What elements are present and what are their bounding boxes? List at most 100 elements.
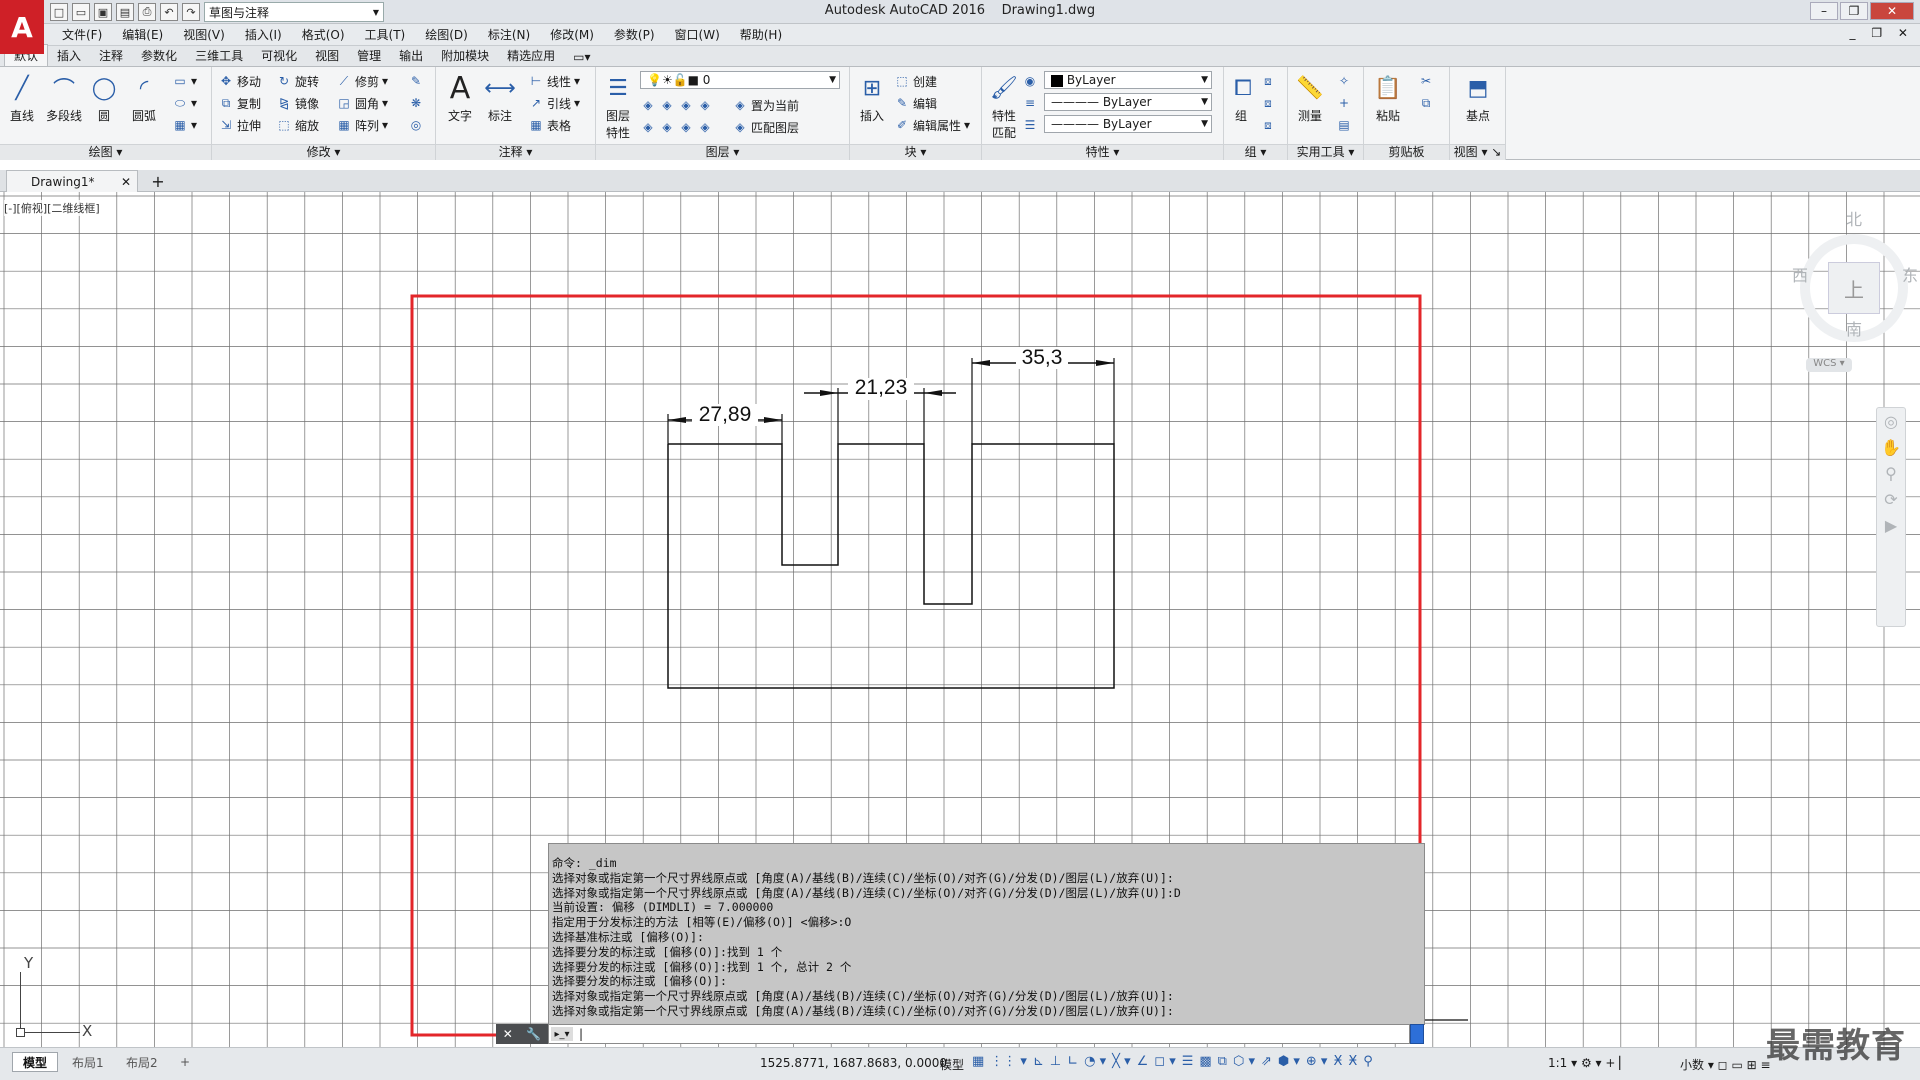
erase-button[interactable]: ✎ (408, 71, 424, 91)
copy-button[interactable]: ⧉ 复制 (218, 93, 261, 113)
mirror-button[interactable]: ⧎ 镜像 (276, 93, 319, 113)
minimize-button[interactable]: – (1810, 2, 1838, 20)
menu-modify[interactable]: 修改(M) (540, 26, 604, 43)
layout-tab-layout1[interactable]: 布局1 (62, 1052, 114, 1072)
command-scrollbar[interactable] (1410, 1024, 1424, 1044)
menu-view[interactable]: 视图(V) (173, 26, 235, 43)
group-select-button[interactable]: ⧈ (1260, 115, 1276, 135)
stretch-button[interactable]: ⇲ 拉伸 (218, 115, 261, 135)
compass-west[interactable]: 西 (1792, 262, 1808, 286)
selection-cycling-icon[interactable]: ⧉ (1218, 1054, 1227, 1069)
base-view-button[interactable]: ⬒ 基点 (1458, 71, 1498, 124)
paste-button[interactable]: 📋 粘贴 (1368, 71, 1408, 124)
menu-parametric[interactable]: 参数(P) (604, 26, 665, 43)
tab-visualize[interactable]: 可视化 (252, 45, 306, 66)
isodraft-icon[interactable]: ╳ ▾ (1112, 1054, 1130, 1069)
panel-annotation-title[interactable]: 注释 ▾ (436, 144, 595, 160)
close-button[interactable]: ✕ (1870, 2, 1914, 20)
menu-draw[interactable]: 绘图(D) (415, 26, 478, 43)
create-block-button[interactable]: ⬚ 创建 (894, 71, 937, 91)
menu-tools[interactable]: 工具(T) (355, 26, 416, 43)
gizmo-icon[interactable]: ⊕ ▾ (1306, 1054, 1328, 1069)
snap-icon[interactable]: ⋮⋮ ▾ (990, 1054, 1027, 1069)
point-button[interactable]: + (1336, 93, 1352, 113)
annotation-scale[interactable]: 1:1 ▾ ⚙ ▾ + ▏ (1548, 1056, 1628, 1070)
panel-view-title[interactable]: 视图 ▾ ↘ (1450, 144, 1505, 160)
lineweight-icon[interactable]: ☰ (1182, 1054, 1194, 1069)
layer-tools-row2[interactable]: ◈ ◈ ◈ ◈ (640, 117, 713, 137)
fillet-button[interactable]: ◲ 圆角 ▾ (336, 93, 388, 113)
panel-block-title[interactable]: 块 ▾ (850, 144, 981, 160)
line-button[interactable]: ╱ 直线 (2, 71, 42, 124)
viewport-controls-label[interactable]: [-][俯视][二维线框] (4, 200, 100, 216)
tab-annotate[interactable]: 注释 (90, 45, 132, 66)
zoom-icon[interactable]: ⚲ (1877, 460, 1905, 486)
coordinates-readout[interactable]: 1525.8771, 1687.8683, 0.0000 (760, 1056, 947, 1070)
app-logo-button[interactable]: A (0, 0, 44, 54)
ungroup-button[interactable]: ⧈ (1260, 71, 1276, 91)
tab-view[interactable]: 视图 (306, 45, 348, 66)
explode-button[interactable]: ❋ (408, 93, 424, 113)
3d-osnap-icon[interactable]: ⬡ ▾ (1233, 1054, 1255, 1069)
panel-properties-title[interactable]: 特性 ▾ (982, 144, 1223, 160)
close-icon[interactable]: ✕ (503, 1027, 513, 1041)
recent-commands-icon[interactable]: ▸_▾ (551, 1027, 573, 1041)
orbit-icon[interactable]: ⟳ (1877, 486, 1905, 512)
edit-block-button[interactable]: ✎ 编辑 (894, 93, 937, 113)
menu-format[interactable]: 格式(O) (292, 26, 355, 43)
compass-south[interactable]: 南 (1846, 316, 1862, 340)
polar-icon[interactable]: ◔ ▾ (1084, 1054, 1106, 1069)
tab-manage[interactable]: 管理 (348, 45, 390, 66)
panel-groups-title[interactable]: 组 ▾ (1224, 144, 1287, 160)
dynamic-ucs-icon[interactable]: ⇗ (1261, 1054, 1272, 1069)
leader-button[interactable]: ↗ 引线 ▾ (528, 93, 580, 113)
infer-icon[interactable]: ⊾ (1033, 1054, 1044, 1069)
menu-edit[interactable]: 编辑(E) (112, 26, 173, 43)
polyline-button[interactable]: ⌒ 多段线 (42, 71, 86, 124)
text-button[interactable]: A 文字 (440, 71, 480, 124)
measure-button[interactable]: 📏 测量 (1290, 71, 1330, 124)
layer-properties-button[interactable]: ☰ 图层 特性 (598, 71, 638, 141)
arc-button[interactable]: ◜ 圆弧 (124, 71, 164, 124)
menu-insert[interactable]: 插入(I) (235, 26, 292, 43)
tab-parametric[interactable]: 参数化 (132, 45, 186, 66)
boundary-button[interactable]: ▦ ▾ (172, 115, 197, 135)
dimension-button[interactable]: ⟷ 标注 (480, 71, 520, 124)
menu-file[interactable]: 文件(F) (52, 26, 112, 43)
match-layer-button[interactable]: ◈ 匹配图层 (732, 117, 799, 137)
close-icon[interactable]: ✕ (121, 175, 131, 189)
panel-layers-title[interactable]: 图层 ▾ (596, 144, 849, 160)
add-layout-button[interactable]: + (170, 1052, 200, 1072)
tab-featured-apps[interactable]: 精选应用 (498, 45, 564, 66)
tab-addins[interactable]: 附加模块 (432, 45, 498, 66)
insert-block-button[interactable]: ⊞ 插入 (852, 71, 892, 124)
color-dropdown[interactable]: ByLayer ▼ (1044, 71, 1212, 89)
tab-output[interactable]: 输出 (390, 45, 432, 66)
dimension-1[interactable]: 27,89 (667, 403, 783, 444)
circle-button[interactable]: ◯ 圆 (84, 71, 124, 124)
panel-clipboard-title[interactable]: 剪贴板 (1364, 144, 1449, 160)
group-edit-button[interactable]: ⧈ (1260, 93, 1276, 113)
viewcube[interactable]: 北 南 西 东 上 WCS ▾ (1790, 206, 1920, 396)
dimension-2[interactable]: 21,23 (804, 376, 956, 444)
offset-button[interactable]: ◎ (408, 115, 424, 135)
panel-utilities-title[interactable]: 实用工具 ▾ (1288, 144, 1363, 160)
layer-dropdown[interactable]: 💡☀🔓■ 0 ▼ (640, 71, 840, 89)
scale-button[interactable]: ⬚ 缩放 (276, 115, 319, 135)
selection-filter-icon[interactable]: ⬢ ▾ (1278, 1054, 1300, 1069)
menu-help[interactable]: 帮助(H) (730, 26, 792, 43)
group-button[interactable]: ⧠ 组 (1226, 71, 1256, 124)
menu-dimension[interactable]: 标注(N) (478, 26, 540, 43)
cut-button[interactable]: ✂ (1418, 71, 1434, 91)
dimension-3[interactable]: 35,3 (971, 346, 1115, 444)
units-dropdown[interactable]: 小数 ▾ ◻ ▭ ⊞ ≡ (1680, 1056, 1771, 1073)
ribbon-options-icon[interactable]: ▭▾ (564, 48, 599, 66)
object-snap-tracking-icon[interactable]: ∠ (1137, 1054, 1149, 1069)
new-tab-button[interactable]: + (148, 172, 168, 191)
edit-attributes-button[interactable]: ✐ 编辑属性 ▾ (894, 115, 970, 135)
rotate-button[interactable]: ↻ 旋转 (276, 71, 319, 91)
document-window-controls[interactable]: _ ❐ ✕ (1850, 26, 1914, 40)
auto-scale-icon[interactable]: Ӿ (1348, 1054, 1357, 1069)
panel-draw-title[interactable]: 绘图 ▾ (0, 144, 211, 160)
trim-button[interactable]: ⟋ 修剪 ▾ (336, 71, 388, 91)
